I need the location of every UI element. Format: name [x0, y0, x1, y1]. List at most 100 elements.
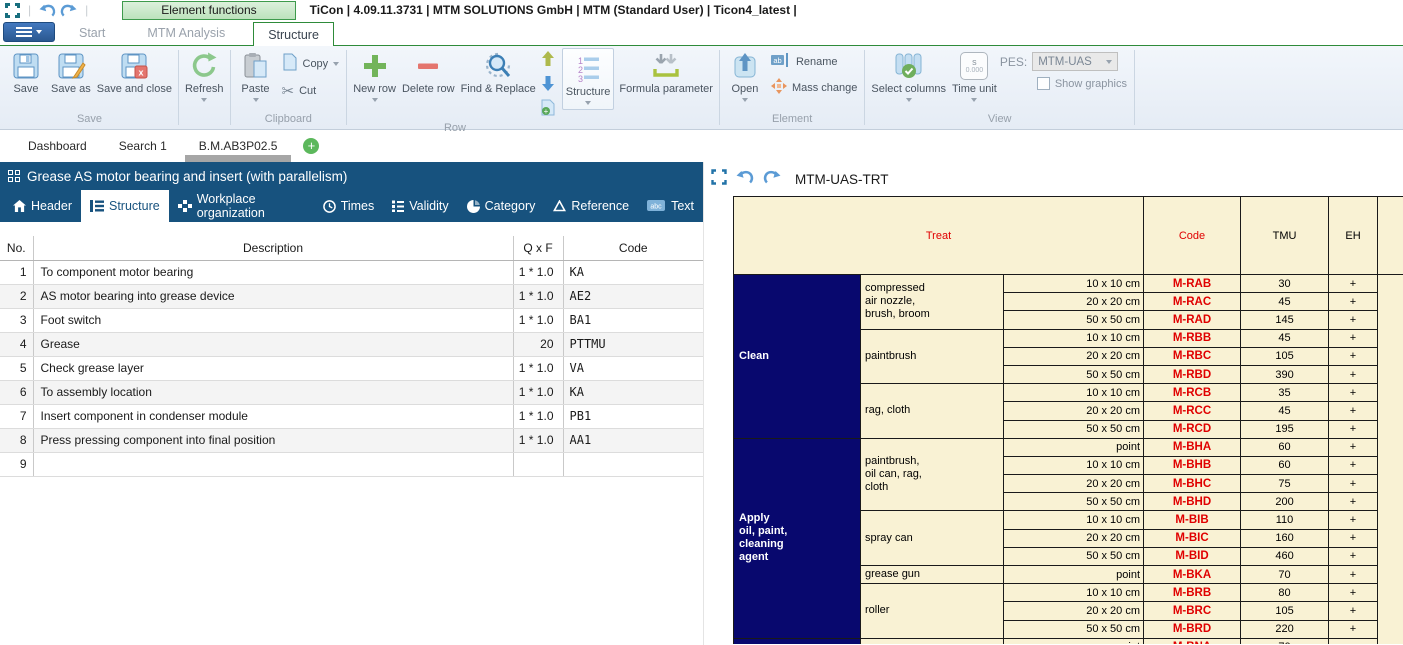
code-cell[interactable]: VA: [563, 356, 703, 380]
tmu-cell[interactable]: 70: [1241, 566, 1329, 584]
eh-cell[interactable]: +: [1329, 511, 1378, 529]
open-button[interactable]: Open: [723, 46, 767, 112]
move-down-button[interactable]: [541, 75, 555, 96]
description-cell[interactable]: [33, 452, 513, 476]
size-cell[interactable]: 10 x 10 cm: [1004, 329, 1144, 347]
size-cell[interactable]: 10 x 10 cm: [1004, 584, 1144, 602]
description-cell[interactable]: AS motor bearing into grease device: [33, 284, 513, 308]
selection-icon[interactable]: [5, 3, 20, 18]
qxf-cell[interactable]: 20: [513, 332, 563, 356]
tab-header[interactable]: Header: [4, 190, 81, 222]
qxf-cell[interactable]: 1 * 1.0: [513, 404, 563, 428]
uas-code-cell[interactable]: M-RBB: [1144, 329, 1241, 347]
uas-code-cell[interactable]: M-RAB: [1144, 275, 1241, 293]
undo-icon[interactable]: [39, 3, 56, 17]
uas-code-cell[interactable]: M-BNA: [1144, 638, 1241, 644]
row-number-cell[interactable]: 7: [0, 404, 33, 428]
uas-code-cell[interactable]: M-RCC: [1144, 402, 1241, 420]
size-cell[interactable]: 10 x 10 cm: [1004, 456, 1144, 474]
paste-button[interactable]: Paste: [234, 46, 278, 112]
description-cell[interactable]: Press pressing component into final posi…: [33, 428, 513, 452]
formula-parameter-button[interactable]: Formula parameter: [616, 46, 716, 112]
eh-cell[interactable]: [1329, 638, 1378, 644]
uas-code-cell[interactable]: M-BRB: [1144, 584, 1241, 602]
refresh-button[interactable]: Refresh: [182, 46, 227, 112]
tmu-cell[interactable]: 110: [1241, 511, 1329, 529]
show-graphics-checkbox[interactable]: [1037, 77, 1050, 90]
uas-code-cell[interactable]: M-RAC: [1144, 293, 1241, 311]
code-cell[interactable]: BA1: [563, 308, 703, 332]
tab-text[interactable]: abcText: [638, 190, 703, 222]
description-cell[interactable]: Grease: [33, 332, 513, 356]
uas-code-cell[interactable]: M-BRC: [1144, 602, 1241, 620]
size-cell[interactable]: point: [1004, 438, 1144, 456]
size-cell[interactable]: 10 x 10 cm: [1004, 275, 1144, 293]
description-cell[interactable]: Insert component in condenser module: [33, 404, 513, 428]
ribbon-tab-mtm-analysis[interactable]: MTM Analysis: [133, 21, 239, 45]
file-menu-button[interactable]: [3, 22, 55, 42]
uas-code-cell[interactable]: M-BRD: [1144, 620, 1241, 638]
eh-cell[interactable]: +: [1329, 529, 1378, 547]
save-button[interactable]: Save: [4, 46, 48, 112]
new-row-button[interactable]: New row: [350, 46, 399, 121]
row-number-cell[interactable]: 5: [0, 356, 33, 380]
qxf-cell[interactable]: 1 * 1.0: [513, 356, 563, 380]
move-up-button[interactable]: [541, 51, 555, 72]
eh-cell[interactable]: +: [1329, 420, 1378, 438]
tmu-cell[interactable]: 105: [1241, 602, 1329, 620]
qxf-cell[interactable]: 1 * 1.0: [513, 380, 563, 404]
row-number-cell[interactable]: 3: [0, 308, 33, 332]
size-cell[interactable]: 20 x 20 cm: [1004, 529, 1144, 547]
selection-icon[interactable]: [711, 169, 727, 190]
qxf-cell[interactable]: 1 * 1.0: [513, 260, 563, 284]
tab-structure[interactable]: Structure: [81, 190, 169, 222]
tmu-cell[interactable]: 75: [1241, 475, 1329, 493]
row-number-cell[interactable]: 1: [0, 260, 33, 284]
uas-code-cell[interactable]: M-BID: [1144, 547, 1241, 565]
uas-code-cell[interactable]: M-BIB: [1144, 511, 1241, 529]
tmu-cell[interactable]: 45: [1241, 329, 1329, 347]
tab-validity[interactable]: Validity: [383, 190, 457, 222]
redo-icon[interactable]: [60, 3, 77, 17]
rename-button[interactable]: ab Rename: [767, 52, 861, 71]
size-cell[interactable]: 20 x 20 cm: [1004, 602, 1144, 620]
row-number-cell[interactable]: 8: [0, 428, 33, 452]
eh-cell[interactable]: +: [1329, 275, 1378, 293]
save-as-button[interactable]: Save as: [48, 46, 94, 112]
eh-cell[interactable]: +: [1329, 365, 1378, 383]
eh-cell[interactable]: +: [1329, 402, 1378, 420]
tab-reference[interactable]: Reference: [544, 190, 638, 222]
qxf-cell[interactable]: 1 * 1.0: [513, 284, 563, 308]
eh-cell[interactable]: +: [1329, 311, 1378, 329]
eh-cell[interactable]: +: [1329, 475, 1378, 493]
eh-cell[interactable]: +: [1329, 293, 1378, 311]
qxf-cell[interactable]: 1 * 1.0: [513, 428, 563, 452]
tmu-cell[interactable]: 460: [1241, 547, 1329, 565]
uas-code-cell[interactable]: M-RCB: [1144, 384, 1241, 402]
eh-cell[interactable]: +: [1329, 384, 1378, 402]
tab-workplace-organization[interactable]: Workplace organization: [169, 190, 314, 222]
tmu-cell[interactable]: 70: [1241, 638, 1329, 644]
uas-code-cell[interactable]: M-BIC: [1144, 529, 1241, 547]
eh-cell[interactable]: +: [1329, 456, 1378, 474]
tmu-cell[interactable]: 60: [1241, 456, 1329, 474]
tmu-cell[interactable]: 220: [1241, 620, 1329, 638]
description-cell[interactable]: Foot switch: [33, 308, 513, 332]
structure-button[interactable]: 123 Structure: [563, 49, 614, 109]
eh-cell[interactable]: +: [1329, 566, 1378, 584]
uas-code-cell[interactable]: M-RBC: [1144, 347, 1241, 365]
tab-times[interactable]: Times: [314, 190, 384, 222]
size-cell[interactable]: 50 x 50 cm: [1004, 620, 1144, 638]
tmu-cell[interactable]: 195: [1241, 420, 1329, 438]
uas-code-cell[interactable]: M-BHC: [1144, 475, 1241, 493]
find-replace-button[interactable]: Find & Replace: [458, 46, 539, 121]
row-number-cell[interactable]: 4: [0, 332, 33, 356]
description-cell[interactable]: Check grease layer: [33, 356, 513, 380]
mass-change-button[interactable]: Mass change: [767, 77, 861, 98]
size-cell[interactable]: 10 x 10 cm: [1004, 511, 1144, 529]
uas-code-cell[interactable]: M-RBD: [1144, 365, 1241, 383]
size-cell[interactable]: 50 x 50 cm: [1004, 493, 1144, 511]
uas-code-cell[interactable]: M-BHD: [1144, 493, 1241, 511]
undo-icon[interactable]: [736, 169, 754, 189]
cut-button[interactable]: ✂ Cut: [278, 81, 344, 101]
